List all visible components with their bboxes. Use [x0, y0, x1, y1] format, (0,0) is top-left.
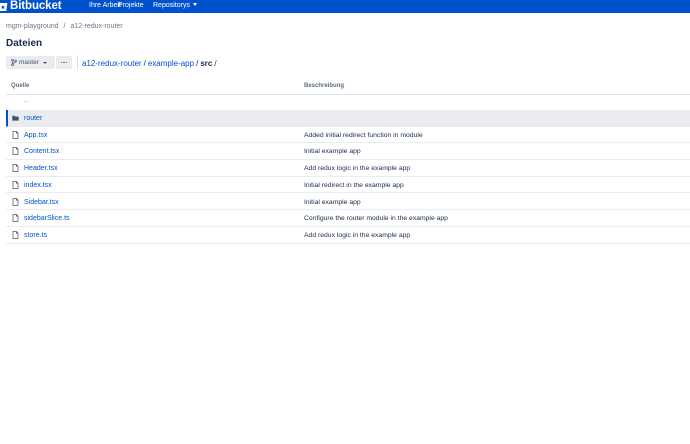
file-path: a12-redux-router / example-app / src / — [82, 59, 219, 68]
table-row[interactable]: App.tsx Added initial redirect function i… — [6, 127, 690, 144]
top-navigation: Bitbucket Ihre Arbeit Projekte Repositor… — [0, 0, 690, 13]
column-header-source: Quelle — [11, 83, 30, 89]
file-icon — [12, 147, 19, 156]
commit-description: Added initial redirect function in modul… — [304, 131, 423, 139]
file-name-link[interactable]: Sidebar.tsx — [24, 199, 59, 206]
branch-selector-button[interactable]: master — [6, 56, 55, 69]
file-name-link[interactable]: index.tsx — [24, 182, 52, 189]
table-row-folder[interactable]: router — [6, 110, 690, 127]
path-separator: / — [214, 59, 217, 68]
file-name-link[interactable]: sidebarSlice.ts — [24, 215, 70, 222]
breadcrumb-repo[interactable]: a12-redux-router — [70, 23, 122, 30]
path-segment-example-app[interactable]: example-app — [148, 59, 194, 68]
commit-description: Initial redirect in the example app — [304, 181, 404, 189]
commit-description: Initial example app — [304, 198, 361, 206]
table-row[interactable]: Sidebar.tsx Initial example app — [6, 194, 690, 211]
file-icon — [12, 214, 19, 223]
file-icon — [12, 164, 19, 172]
file-name-link[interactable]: store.ts — [24, 232, 47, 239]
table-header: Quelle Beschreibung — [6, 80, 690, 95]
path-separator: / — [196, 59, 199, 68]
commit-description: Configure the router module in the examp… — [304, 215, 448, 223]
file-icon — [12, 180, 19, 189]
more-icon-dot — [65, 61, 68, 64]
folder-icon — [12, 115, 19, 121]
chevron-down-icon — [192, 3, 197, 6]
path-current: src — [200, 59, 213, 68]
table-row[interactable]: sidebarSlice.ts Configure the router modu… — [6, 210, 690, 227]
more-icon-dot — [63, 61, 65, 64]
breadcrumb-project[interactable]: mgm-playground — [6, 23, 59, 30]
file-name-link[interactable]: router — [24, 115, 42, 122]
branch-name: master — [19, 59, 39, 66]
commit-description: Initial example app — [304, 148, 361, 156]
breadcrumb-separator: / — [63, 23, 66, 30]
nav-projekte[interactable]: Projekte — [118, 0, 144, 12]
page-title: Dateien — [6, 38, 43, 49]
file-name-link[interactable]: Content.tsx — [24, 148, 59, 155]
commit-description: Add redux logic in the example app — [304, 231, 411, 239]
more-icon — [60, 61, 63, 64]
bitbucket-icon — [0, 2, 8, 11]
path-segment-repo[interactable]: a12-redux-router — [82, 59, 142, 68]
chevron-down-icon — [42, 61, 47, 64]
table-row[interactable]: Header.tsx Add redux logic in the example… — [6, 160, 690, 177]
table-row[interactable]: index.tsx Initial redirect in the example… — [6, 177, 690, 194]
nav-repositorys-label: Repositorys — [153, 2, 190, 9]
brand-logo[interactable]: Bitbucket — [0, 0, 62, 13]
file-name-link[interactable]: Header.tsx — [24, 165, 57, 172]
nav-repositorys[interactable]: Repositorys — [153, 0, 197, 12]
column-header-description: Beschreibung — [304, 83, 345, 89]
parent-directory-link[interactable]: .. — [24, 97, 28, 104]
table-row[interactable]: store.ts Add redux logic in the example a… — [6, 227, 690, 244]
more-actions-button[interactable] — [56, 56, 72, 69]
breadcrumb: mgm-playground / a12-redux-router — [6, 23, 123, 30]
path-separator: / — [143, 59, 146, 68]
file-name-link[interactable]: App.tsx — [24, 132, 47, 139]
table-row[interactable]: Content.tsx Initial example app — [6, 143, 690, 161]
file-icon — [12, 231, 19, 239]
commit-description: Add redux logic in the example app — [304, 165, 411, 173]
toolbar-divider — [77, 55, 78, 70]
file-icon — [12, 197, 19, 206]
branch-icon — [11, 59, 17, 66]
nav-ihre-arbeit[interactable]: Ihre Arbeit — [89, 0, 121, 12]
file-icon — [12, 130, 19, 139]
brand-name: Bitbucket — [10, 0, 62, 12]
table-row-parent[interactable]: .. — [6, 95, 690, 110]
